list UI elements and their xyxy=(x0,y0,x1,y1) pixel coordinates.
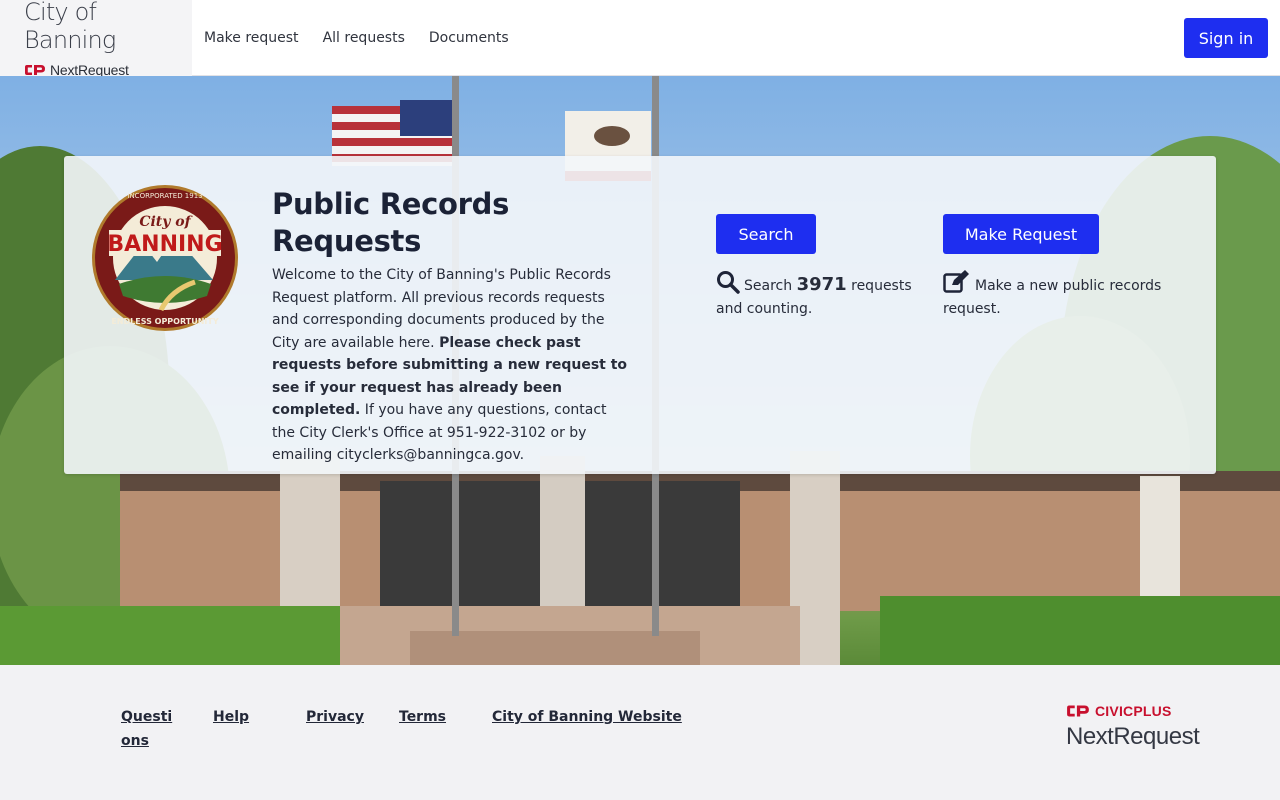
footer-nextrequest-text: NextRequest xyxy=(1066,723,1200,750)
svg-text:INCORPORATED 1913: INCORPORATED 1913 xyxy=(127,192,202,200)
nav-all-requests[interactable]: All requests xyxy=(323,30,405,46)
brand-title[interactable]: City of Banning xyxy=(24,0,192,54)
nav-make-request[interactable]: Make request xyxy=(204,30,299,46)
search-prefix: Search xyxy=(744,278,797,294)
search-action: Search Search 3971 requests and counting… xyxy=(716,214,916,321)
make-request-text: Make a new public records request. xyxy=(943,278,1162,317)
svg-text:BANNING: BANNING xyxy=(107,232,222,257)
search-icon xyxy=(717,271,740,294)
cp-logo-icon xyxy=(1067,705,1089,717)
sign-in-button[interactable]: Sign in xyxy=(1184,18,1268,58)
request-count: 3971 xyxy=(796,274,847,295)
brand-block[interactable]: City of Banning NextRequest xyxy=(0,0,192,78)
footer-link-questions[interactable]: Questions xyxy=(121,705,181,753)
make-request-description: Make a new public records request. xyxy=(943,270,1173,321)
edit-icon xyxy=(943,270,969,293)
main-nav: Make request All requests Documents xyxy=(204,30,533,46)
hero-banner: City of BANNING INCORPORATED 1913 ENDLES… xyxy=(0,76,1280,665)
footer-link-privacy[interactable]: Privacy xyxy=(306,705,364,729)
svg-text:City of: City of xyxy=(139,214,193,230)
city-seal: City of BANNING INCORPORATED 1913 ENDLES… xyxy=(92,185,238,331)
make-request-button[interactable]: Make Request xyxy=(943,214,1099,254)
footer-brand: CIVICPLUS NextRequest xyxy=(1066,703,1200,751)
footer-link-city-website[interactable]: City of Banning Website xyxy=(492,705,682,729)
page-title: Public Records Requests xyxy=(272,187,510,258)
civicplus-text: CIVICPLUS xyxy=(1095,703,1172,719)
make-request-action: Make Request Make a new public records r… xyxy=(943,214,1173,321)
footer-link-help[interactable]: Help xyxy=(213,705,249,729)
civicplus-logo: CIVICPLUS xyxy=(1066,703,1199,719)
nav-documents[interactable]: Documents xyxy=(429,30,509,46)
search-button[interactable]: Search xyxy=(716,214,816,254)
intro-card: City of BANNING INCORPORATED 1913 ENDLES… xyxy=(64,156,1216,474)
top-navbar: City of Banning NextRequest Make request… xyxy=(0,0,1280,78)
cp-logo-icon xyxy=(25,64,45,75)
footer-link-terms[interactable]: Terms xyxy=(399,705,446,729)
intro-text: Welcome to the City of Banning's Public … xyxy=(272,264,632,467)
svg-text:ENDLESS OPPORTUNITY: ENDLESS OPPORTUNITY xyxy=(111,317,219,326)
search-description: Search 3971 requests and counting. xyxy=(716,270,916,321)
footer: Questions Help Privacy Terms City of Ban… xyxy=(0,665,1280,800)
